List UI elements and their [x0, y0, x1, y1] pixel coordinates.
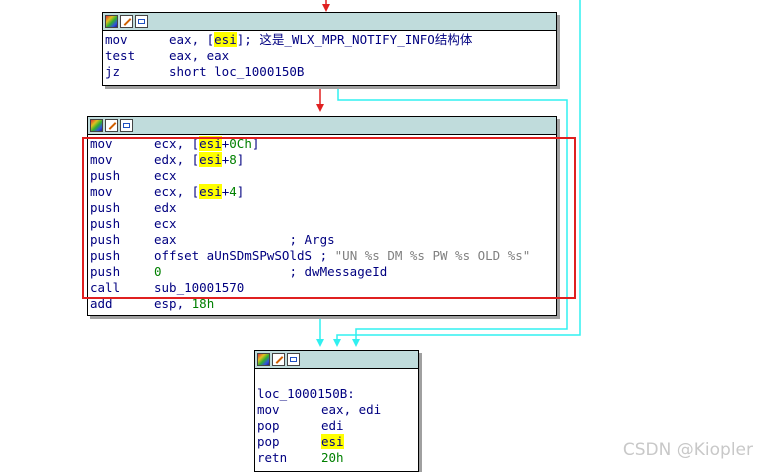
code-label: loc_1000150B: [257, 386, 355, 401]
operand: edx [154, 200, 177, 215]
block-code: loc_1000150B: mov eax, edi pop edi pop esi retn… [255, 369, 418, 466]
edit-icon[interactable] [105, 119, 118, 132]
code-line[interactable]: jz short loc_1000150B [105, 64, 556, 80]
operand: ] [251, 136, 260, 151]
operand: ] [236, 152, 245, 167]
graph-icon[interactable] [135, 15, 148, 28]
palette-icon[interactable] [257, 353, 270, 366]
comment: ; dwMessageId [289, 264, 388, 279]
number-literal: 0Ch [229, 136, 252, 151]
mnemonic: push [90, 232, 121, 247]
mnemonic: push [90, 216, 121, 231]
operand: sub_10001570 [154, 280, 245, 295]
operand: short loc_1000150B [169, 64, 305, 79]
operand: eax, edi [321, 402, 382, 417]
mnemonic: mov [105, 32, 128, 47]
code-line[interactable]: add esp, 18h [90, 296, 556, 312]
block-header [88, 117, 556, 135]
string-comment: "UN %s DM %s PW %s OLD %s" [334, 248, 531, 263]
mnemonic: retn [257, 450, 288, 465]
code-line[interactable]: retn 20h [257, 450, 418, 466]
code-line[interactable]: test eax, eax [105, 48, 556, 64]
comment: ; [319, 248, 335, 263]
code-line[interactable]: push edx [90, 200, 556, 216]
code-block-2[interactable]: mov ecx, [esi+0Ch] mov edx, [esi+8] push ecx m… [87, 116, 557, 316]
code-line[interactable]: loc_1000150B: [257, 386, 418, 402]
code-line[interactable]: push eax ; Args [90, 232, 556, 248]
code-line[interactable]: push offset aUnSDmSPwSOldS ; "UN %s DM %s… [90, 248, 556, 264]
block-header [103, 13, 556, 31]
comment: ; Args [289, 232, 335, 247]
edit-icon[interactable] [272, 353, 285, 366]
code-line[interactable]: push ecx [90, 168, 556, 184]
code-line[interactable]: pop edi [257, 418, 418, 434]
mnemonic: push [90, 200, 121, 215]
operand: ecx [154, 168, 177, 183]
number-literal: 4 [229, 184, 237, 199]
register-highlight[interactable]: esi [199, 136, 222, 151]
mnemonic: push [90, 168, 121, 183]
watermark: CSDN @Kiopler [622, 440, 753, 460]
operand: ecx [154, 216, 177, 231]
operand: offset aUnSDmSPwSOldS [154, 248, 320, 263]
code-line[interactable]: push ecx [90, 216, 556, 232]
register-highlight[interactable]: esi [199, 152, 222, 167]
mnemonic: push [90, 264, 121, 279]
operand: edx, [ [154, 152, 200, 167]
code-line[interactable]: mov eax, [esi]; 这是_WLX_MPR_NOTIFY_INFO结构体 [105, 32, 556, 48]
operand: ] [236, 184, 245, 199]
number-literal: 8 [229, 152, 237, 167]
code-line[interactable] [257, 370, 418, 386]
number-literal: 0 [154, 264, 162, 279]
code-line[interactable]: mov edx, [esi+8] [90, 152, 556, 168]
palette-icon[interactable] [105, 15, 118, 28]
code-line[interactable]: mov ecx, [esi+4] [90, 184, 556, 200]
block-code: mov ecx, [esi+0Ch] mov edx, [esi+8] push ecx m… [88, 135, 556, 312]
number-literal: 20h [321, 450, 344, 465]
block-code: mov eax, [esi]; 这是_WLX_MPR_NOTIFY_INFO结构体… [103, 31, 556, 80]
mnemonic: add [90, 296, 113, 311]
operand: eax, [ [169, 32, 215, 47]
comment: ; 这是_WLX_MPR_NOTIFY_INFO结构体 [244, 32, 473, 47]
mnemonic: push [90, 248, 121, 263]
code-line[interactable]: call sub_10001570 [90, 280, 556, 296]
mnemonic: test [105, 48, 136, 63]
code-block-1[interactable]: mov eax, [esi]; 这是_WLX_MPR_NOTIFY_INFO结构体… [102, 12, 557, 86]
edit-icon[interactable] [120, 15, 133, 28]
code-block-3[interactable]: loc_1000150B: mov eax, edi pop edi pop esi retn… [254, 350, 419, 472]
code-line[interactable]: mov eax, edi [257, 402, 418, 418]
operand: ecx, [ [154, 136, 200, 151]
mnemonic: pop [257, 434, 280, 449]
graph-icon[interactable] [120, 119, 133, 132]
operand: esp, [154, 296, 192, 311]
operand: ecx, [ [154, 184, 200, 199]
code-line[interactable]: mov ecx, [esi+0Ch] [90, 136, 556, 152]
block-header [255, 351, 418, 369]
register-highlight[interactable]: esi [199, 184, 222, 199]
graph-icon[interactable] [287, 353, 300, 366]
operand: eax [154, 232, 290, 247]
operand [162, 264, 290, 279]
register-highlight[interactable]: esi [214, 32, 237, 47]
mnemonic: mov [90, 152, 113, 167]
mnemonic: pop [257, 418, 280, 433]
number-literal: 18h [191, 296, 215, 311]
operand: eax, eax [169, 48, 230, 63]
code-line[interactable]: pop esi [257, 434, 418, 450]
register-highlight[interactable]: esi [321, 434, 344, 449]
mnemonic: call [90, 280, 121, 295]
code-line[interactable]: push 0 ; dwMessageId [90, 264, 556, 280]
palette-icon[interactable] [90, 119, 103, 132]
mnemonic: mov [257, 402, 280, 417]
mnemonic: mov [90, 184, 113, 199]
operand: edi [321, 418, 344, 433]
mnemonic: mov [90, 136, 113, 151]
mnemonic: jz [105, 64, 121, 79]
